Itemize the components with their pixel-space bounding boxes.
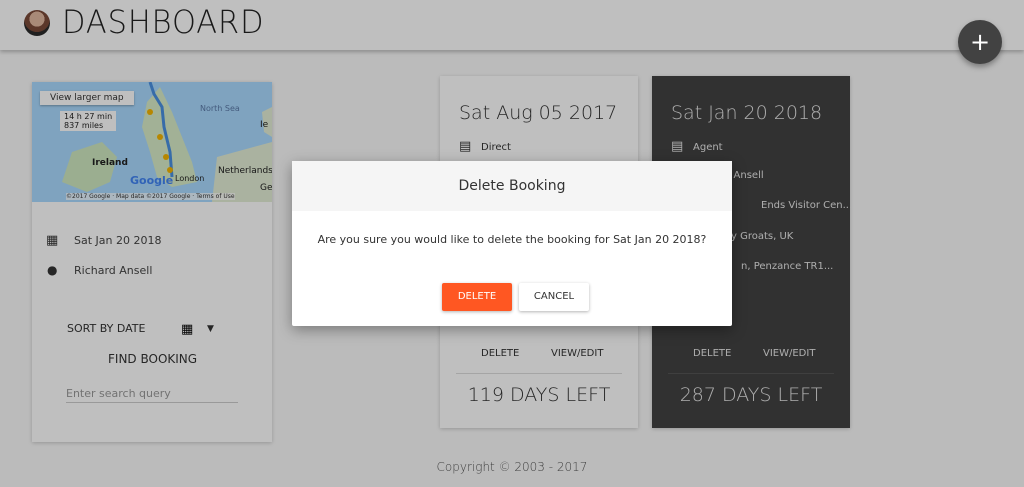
- add-booking-button[interactable]: +: [958, 20, 1002, 64]
- dialog-title: Delete Booking: [292, 161, 732, 211]
- dialog-message: Are you sure you would like to delete th…: [317, 233, 707, 246]
- cancel-button[interactable]: CANCEL: [519, 283, 589, 311]
- confirm-delete-button[interactable]: DELETE: [442, 283, 512, 311]
- delete-booking-dialog: Delete Booking Are you sure you would li…: [292, 161, 732, 326]
